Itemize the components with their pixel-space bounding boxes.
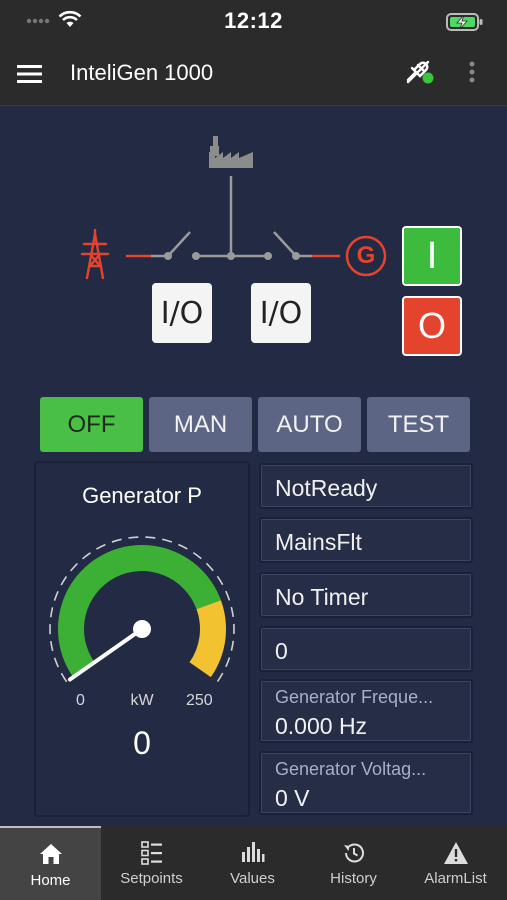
generator-power-gauge: Generator P 0 kW 250 0: [34, 461, 250, 817]
more-options-icon[interactable]: [468, 60, 476, 84]
generator-symbol-label: G: [356, 242, 376, 269]
value-reading: 0.000 Hz: [275, 713, 368, 739]
mains-tower-icon: [80, 228, 110, 280]
gauge-dial: [49, 536, 235, 683]
tab-label: Home: [30, 872, 71, 889]
clock-time: 12:12: [224, 8, 283, 33]
alarm-warning-icon: [443, 842, 468, 864]
app-title: InteliGen 1000: [70, 60, 214, 85]
mode-selector: OFF MAN AUTO TEST: [40, 397, 470, 452]
app-bar: InteliGen 1000: [0, 42, 507, 106]
tab-history[interactable]: History: [303, 826, 404, 900]
setpoints-list-icon: [140, 841, 162, 865]
factory-load-icon: [209, 136, 253, 168]
status-bar: 12:12: [0, 0, 507, 42]
battery-charging-icon: [446, 13, 483, 31]
stop-button[interactable]: O: [402, 296, 462, 356]
status-box-timer-value: 0: [259, 626, 473, 672]
status-box-text: 0: [275, 638, 288, 664]
tab-setpoints[interactable]: Setpoints: [101, 826, 202, 900]
start-button[interactable]: I: [402, 226, 462, 286]
single-line-scheme: G I/O I/O I O: [0, 106, 507, 386]
value-reading: 0 V: [275, 785, 310, 811]
mode-man-button[interactable]: MAN: [149, 397, 252, 452]
status-box-timer: No Timer: [259, 572, 473, 618]
gauge-max-label: 250: [186, 692, 213, 709]
tab-label: Values: [230, 870, 275, 887]
home-icon: [39, 844, 62, 864]
bar-chart-icon: [241, 842, 264, 862]
tab-label: History: [330, 870, 377, 887]
gauge-value: 0: [133, 725, 151, 761]
bottom-tab-bar: Home Setpoints Values History AlarmList: [0, 826, 507, 900]
value-label: Generator Freque...: [275, 687, 434, 707]
tab-alarmlist[interactable]: AlarmList: [404, 826, 507, 900]
tab-label: AlarmList: [424, 870, 487, 887]
gauge-unit-label: kW: [130, 692, 154, 709]
mode-auto-button[interactable]: AUTO: [258, 397, 361, 452]
generator-breaker-button[interactable]: I/O: [251, 283, 311, 343]
mains-breaker-button[interactable]: I/O: [152, 283, 212, 343]
generator-frequency-box: Generator Freque... 0.000 Hz: [259, 679, 473, 743]
tab-label: Setpoints: [120, 870, 183, 887]
status-box-text: MainsFlt: [275, 529, 362, 555]
connection-status-icon[interactable]: [404, 58, 436, 86]
tab-values[interactable]: Values: [202, 826, 303, 900]
status-box-state: NotReady: [259, 463, 473, 509]
value-label: Generator Voltag...: [275, 759, 427, 779]
status-box-breaker: MainsFlt: [259, 517, 473, 563]
gauge-title: Generator P: [82, 483, 202, 508]
status-box-text: NotReady: [275, 475, 378, 501]
mode-off-button[interactable]: OFF: [40, 397, 143, 452]
mode-test-button[interactable]: TEST: [367, 397, 470, 452]
hamburger-menu-icon[interactable]: [16, 62, 44, 86]
tab-home[interactable]: Home: [0, 826, 101, 900]
generator-voltage-box: Generator Voltag... 0 V: [259, 751, 473, 815]
status-box-text: No Timer: [275, 584, 369, 610]
history-icon: [343, 843, 364, 863]
